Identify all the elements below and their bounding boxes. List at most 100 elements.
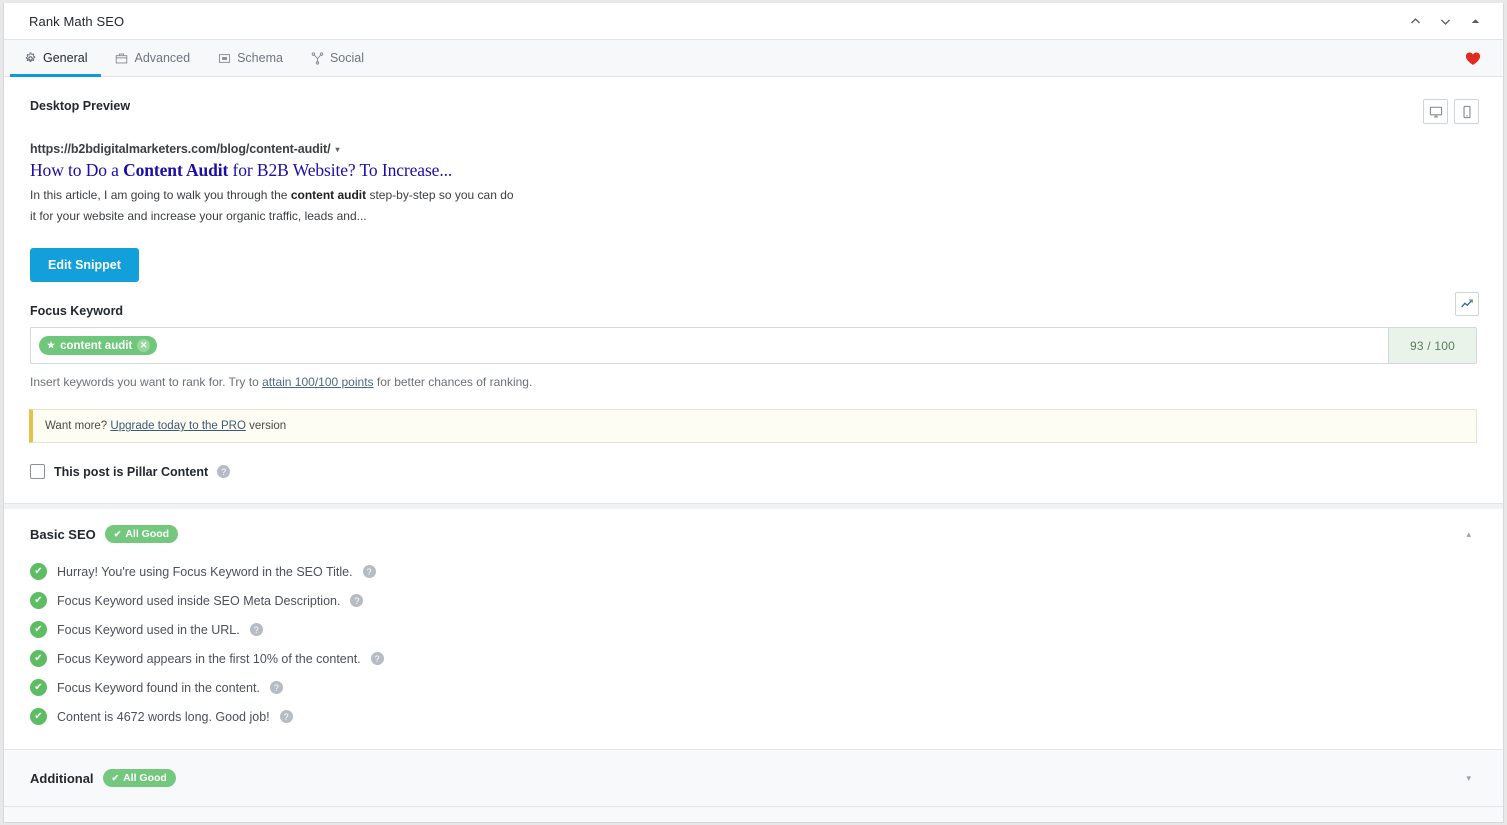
search-snippet-preview: https://b2bdigitalmarketers.com/blog/con…	[4, 124, 1503, 226]
trending-up-icon[interactable]	[1455, 292, 1479, 317]
section-title-readability: Title Readability ✔ All Good ▾	[4, 807, 1503, 822]
list-item-label: Hurray! You're using Focus Keyword in th…	[57, 564, 353, 579]
keyword-tag-label: content audit	[60, 339, 133, 352]
basic-seo-check-list: ✔ Hurray! You're using Focus Keyword in …	[4, 557, 1503, 749]
list-item: ✔ Focus Keyword found in the content. ?	[30, 673, 1477, 702]
focus-keyword-label: Focus Keyword	[30, 304, 124, 319]
list-item: ✔ Focus Keyword used in the URL. ?	[30, 615, 1477, 644]
pillar-content-label: This post is Pillar Content	[54, 464, 209, 479]
check-circle-icon: ✔	[30, 563, 47, 581]
status-badge-label: All Good	[125, 528, 170, 541]
panel-title: Rank Math SEO	[29, 13, 125, 29]
rank-math-seo-panel: Rank Math SEO General Advanced Schema So…	[3, 3, 1504, 823]
panel-window-actions	[1407, 13, 1491, 29]
preview-header: Desktop Preview	[4, 77, 1503, 124]
tab-advanced-label: Advanced	[134, 51, 191, 65]
tab-schema-label: Schema	[237, 51, 283, 65]
notice-text-part-2: version	[245, 420, 287, 433]
tab-advanced[interactable]: Advanced	[101, 40, 204, 76]
pillar-content-checkbox[interactable]	[30, 464, 45, 480]
tab-general[interactable]: General	[10, 40, 102, 77]
heart-icon[interactable]	[1465, 40, 1481, 76]
list-item: ✔ Hurray! You're using Focus Keyword in …	[30, 557, 1477, 586]
focus-keyword-help-text: Insert keywords you want to rank for. Tr…	[30, 375, 1477, 389]
section-additional: Additional ✔ All Good ▾	[4, 750, 1503, 808]
move-down-icon[interactable]	[1437, 13, 1453, 29]
chevron-down-icon[interactable]: ▾	[335, 145, 339, 154]
gear-icon	[24, 52, 37, 65]
section-additional-title: Additional	[30, 770, 94, 786]
question-mark-icon[interactable]: ?	[279, 710, 293, 724]
section-basic-seo-title: Basic SEO	[30, 526, 96, 542]
focus-keyword-input[interactable]: ★ content audit ✕	[31, 328, 1388, 363]
check-circle-icon: ✔	[30, 708, 47, 726]
section-additional-header[interactable]: Additional ✔ All Good ▾	[4, 750, 1503, 807]
question-mark-icon[interactable]: ?	[362, 565, 376, 579]
list-item: ✔ Focus Keyword used inside SEO Meta Des…	[30, 586, 1477, 615]
notice-text-part-1: Want more?	[45, 420, 111, 433]
list-item: ✔ Focus Keyword appears in the first 10%…	[30, 644, 1477, 673]
collapse-panel-icon[interactable]	[1467, 13, 1483, 29]
status-badge: ✔ All Good	[102, 769, 176, 788]
device-toggle-group	[1423, 99, 1479, 124]
section-basic-seo-header[interactable]: Basic SEO ✔ All Good ▴	[4, 509, 1503, 557]
status-badge: ✔ All Good	[104, 525, 179, 544]
snippet-title-part-1: How to Do a	[30, 160, 124, 180]
share-nodes-icon	[311, 51, 324, 65]
check-circle-icon: ✔	[30, 679, 47, 697]
seo-score-badge: 93 / 100	[1388, 328, 1476, 364]
tab-schema[interactable]: Schema	[204, 40, 297, 76]
snippet-title-part-2: for B2B Website? To Increase...	[228, 160, 453, 180]
question-mark-icon[interactable]: ?	[370, 652, 384, 666]
panel-titlebar: Rank Math SEO	[4, 3, 1503, 40]
tab-social-label: Social	[329, 51, 364, 65]
snippet-url[interactable]: https://b2bdigitalmarketers.com/blog/con…	[30, 142, 1477, 156]
upgrade-pro-link[interactable]: Upgrade today to the PRO	[110, 420, 246, 432]
seo-panel-content: Desktop Preview https://b2bdigitalmarket…	[4, 77, 1503, 822]
help-text-part-2: for better chances of ranking.	[373, 375, 533, 390]
seo-tabbar: General Advanced Schema Social	[4, 40, 1503, 77]
remove-keyword-icon[interactable]: ✕	[137, 339, 151, 353]
move-up-icon[interactable]	[1407, 13, 1423, 29]
star-icon: ★	[47, 340, 56, 351]
snippet-description-part-1: In this article, I am going to walk you …	[30, 188, 291, 202]
list-item-label: Focus Keyword appears in the first 10% o…	[57, 651, 361, 666]
question-mark-icon[interactable]: ?	[269, 681, 283, 695]
schema-icon	[218, 52, 231, 65]
edit-snippet-button[interactable]: Edit Snippet	[30, 248, 139, 283]
toolbox-icon	[115, 52, 128, 65]
question-mark-icon[interactable]: ?	[217, 465, 231, 479]
section-basic-seo-toggle-icon[interactable]: ▴	[1466, 529, 1479, 540]
pro-upgrade-notice: Want more? Upgrade today to the PRO vers…	[29, 409, 1477, 444]
status-badge-label: All Good	[123, 772, 167, 785]
question-mark-icon[interactable]: ?	[350, 594, 364, 608]
focus-keyword-row: ★ content audit ✕ 93 / 100	[30, 327, 1477, 365]
check-circle-icon: ✔	[30, 592, 47, 610]
general-card: Desktop Preview https://b2bdigitalmarket…	[4, 77, 1503, 505]
list-item-label: Focus Keyword used inside SEO Meta Descr…	[57, 593, 341, 608]
check-icon: ✔	[113, 528, 122, 539]
tab-social[interactable]: Social	[297, 40, 378, 76]
check-icon: ✔	[111, 772, 120, 783]
attain-points-link[interactable]: attain 100/100 points	[262, 375, 373, 389]
section-additional-toggle-icon[interactable]: ▾	[1466, 773, 1479, 784]
list-item-label: Content is 4672 words long. Good job!	[57, 709, 270, 724]
help-text-part-1: Insert keywords you want to rank for. Tr…	[30, 375, 263, 390]
snippet-title-keyword: Content Audit	[123, 160, 229, 180]
section-basic-seo: Basic SEO ✔ All Good ▴ ✔ Hurray! You're …	[4, 509, 1503, 751]
question-mark-icon[interactable]: ?	[249, 623, 263, 637]
desktop-preview-button[interactable]	[1423, 99, 1448, 124]
list-item-label: Focus Keyword used in the URL.	[57, 622, 240, 637]
check-circle-icon: ✔	[30, 621, 47, 639]
snippet-description: In this article, I am going to walk you …	[30, 185, 520, 226]
snippet-url-text: https://b2bdigitalmarketers.com/blog/con…	[30, 142, 331, 156]
check-circle-icon: ✔	[30, 650, 47, 668]
focus-keyword-section: Focus Keyword ★ content audit ✕ 93 / 100…	[4, 282, 1503, 389]
list-item-label: Focus Keyword found in the content.	[57, 680, 260, 695]
snippet-title[interactable]: How to Do a Content Audit for B2B Websit…	[30, 160, 1477, 181]
pillar-content-row: This post is Pillar Content ?	[4, 443, 1503, 503]
mobile-preview-button[interactable]	[1454, 99, 1479, 124]
list-item: ✔ Content is 4672 words long. Good job! …	[30, 702, 1477, 731]
section-title-readability-header[interactable]: Title Readability ✔ All Good ▾	[4, 807, 1503, 822]
keyword-tag[interactable]: ★ content audit ✕	[39, 336, 158, 356]
